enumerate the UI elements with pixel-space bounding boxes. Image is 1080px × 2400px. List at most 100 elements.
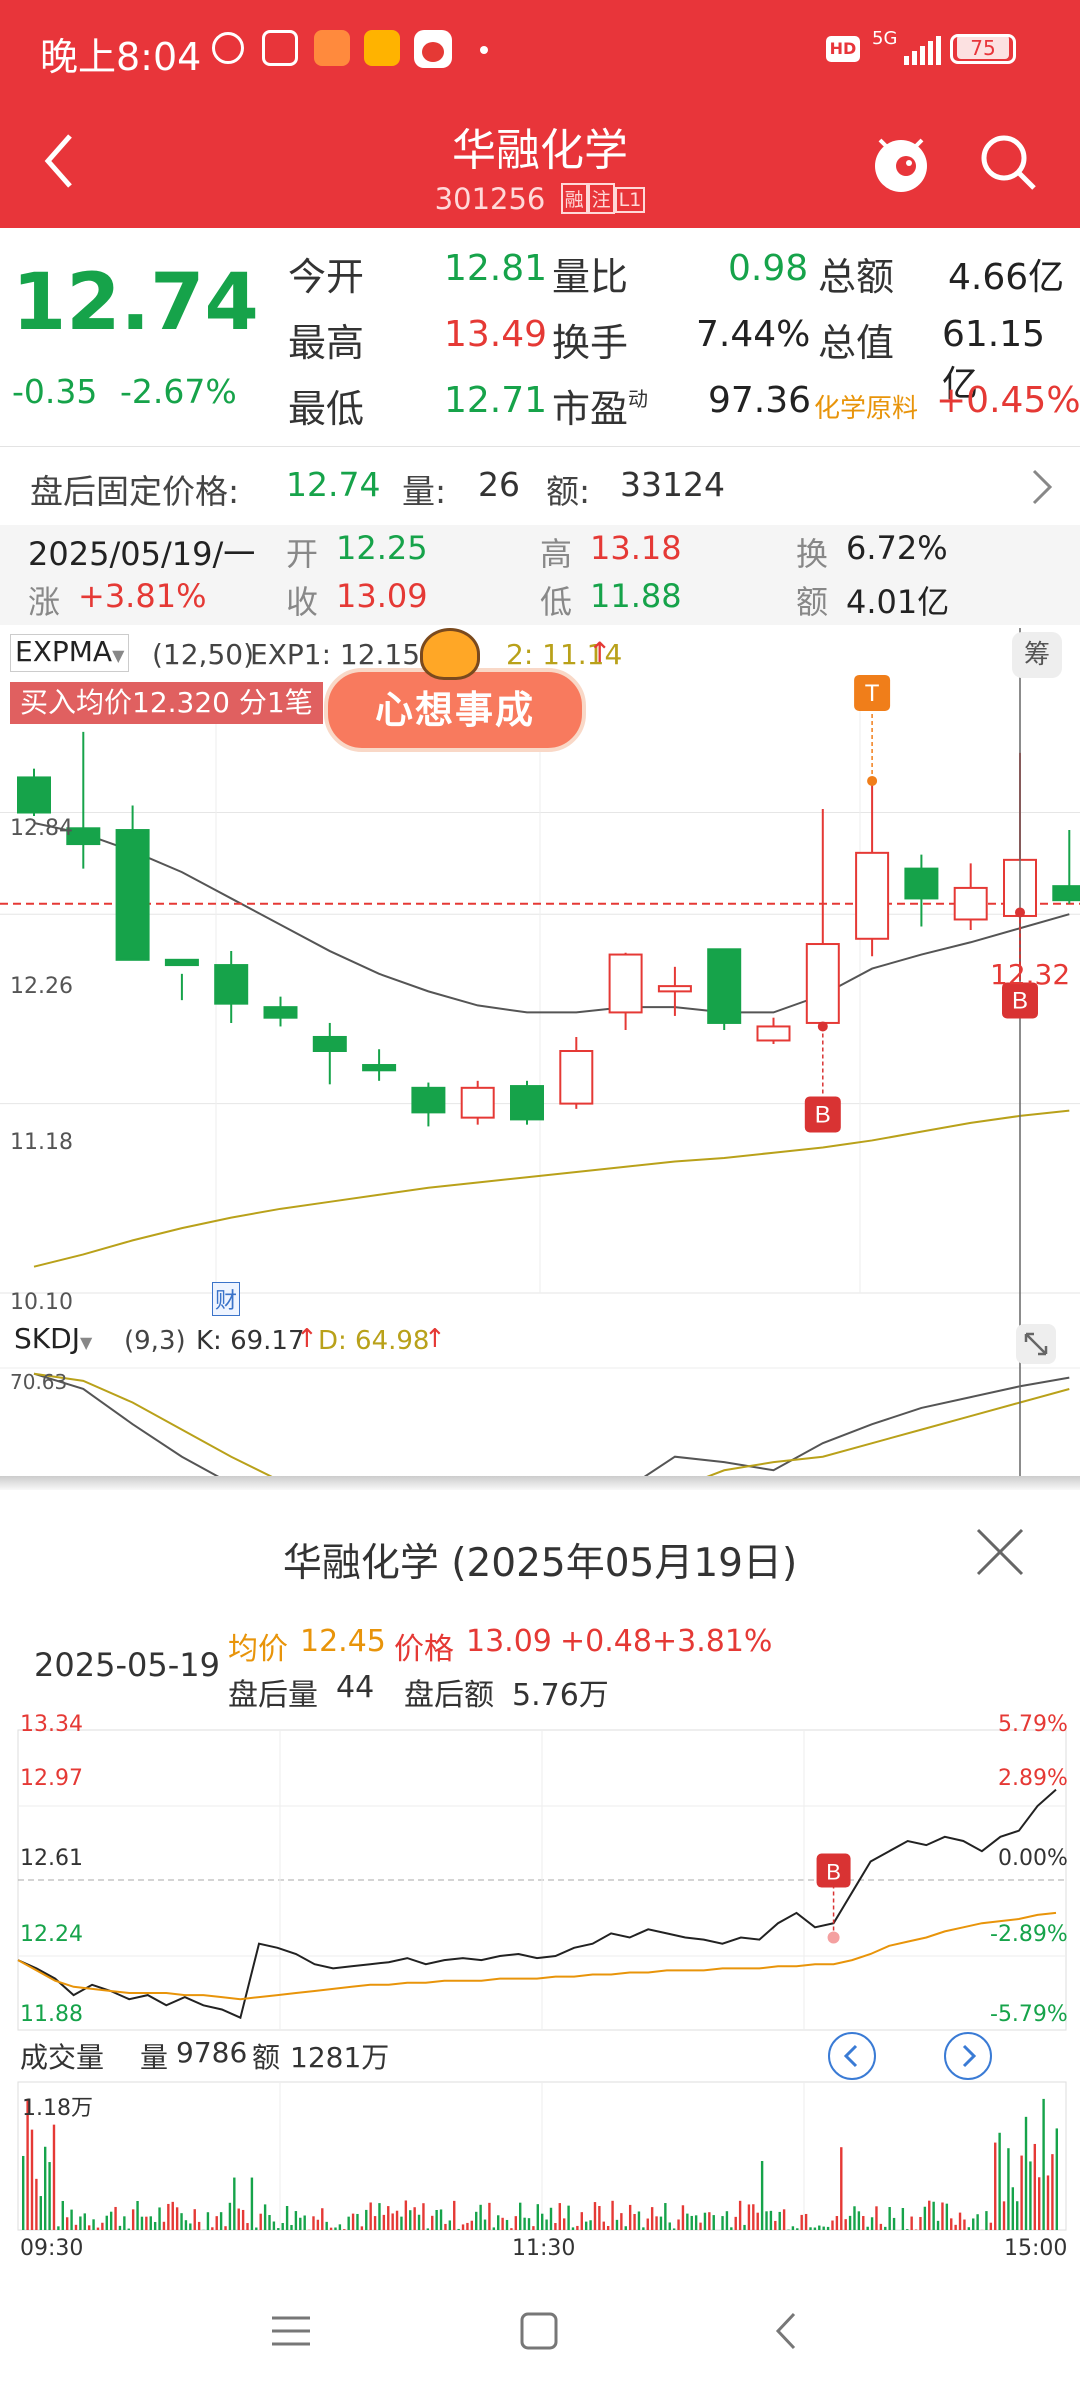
popup-chg: +0.48 (560, 1624, 652, 1659)
volume-bar (712, 2215, 715, 2230)
volume-bar (677, 2219, 680, 2230)
volume-bar (774, 2220, 777, 2230)
volume-bar (1042, 2098, 1045, 2230)
volume-bar (998, 2132, 1001, 2230)
after-hours-row[interactable]: 盘后固定价格: 12.74 量: 26 额: 33124 (0, 447, 1080, 525)
volume-bar (466, 2222, 469, 2230)
y-label-top: 12.84 (10, 816, 73, 841)
buy-marker-dot (817, 1021, 828, 1032)
volume-bar (101, 2222, 104, 2230)
volume-bar (976, 2214, 979, 2230)
volume-bar (972, 2218, 975, 2230)
y-label-mid: 12.26 (10, 974, 73, 999)
volume-bar (870, 2217, 874, 2230)
expand-button[interactable] (1016, 1324, 1056, 1364)
indicator-name: EXPMA (15, 635, 113, 668)
volume-bar (985, 2211, 988, 2230)
volume-label: 量 (140, 2041, 169, 2074)
volume-bar (259, 2213, 262, 2230)
volume-bar (791, 2226, 795, 2230)
skdj-chart[interactable]: SKDJ▼ (9,3) K: 69.17 ↑ D: 64.98 ↑ 70.63 (0, 1318, 1080, 1478)
shopping-app-icon (314, 30, 350, 66)
high-value: 13.49 (444, 314, 548, 355)
volume-bar (901, 2207, 905, 2230)
expma-line-1 (33, 822, 1070, 1014)
skdj-selector[interactable]: SKDJ▼ (10, 1322, 97, 1358)
volume-bar (703, 2212, 707, 2230)
indicator-selector[interactable]: EXPMA▼ (10, 634, 130, 672)
back-triangle-icon (775, 2312, 796, 2350)
skdj-name: SKDJ (14, 1322, 80, 1355)
signal-icon (902, 36, 942, 66)
volume-bar (734, 2216, 737, 2230)
volume-bar (285, 2205, 289, 2230)
volume-bar (672, 2228, 676, 2230)
buy-marker-2-text: B (1012, 987, 1028, 1014)
volume-bar (1016, 2201, 1019, 2230)
volume-bar (158, 2207, 161, 2230)
intraday-chart[interactable]: B (0, 1710, 1080, 2250)
stock-code: 301256 (434, 182, 546, 216)
volume-bar (941, 2202, 944, 2230)
back-nav-button[interactable] (762, 2306, 812, 2356)
candle-body (263, 1006, 298, 1019)
volume-bar (277, 2228, 280, 2230)
mascot-button[interactable] (866, 128, 936, 198)
kline-chart[interactable]: TBB EXPMA▼ (12,50) EXP1: 12.15 2: 11.14 … (0, 628, 1080, 1318)
volume-bar (334, 2227, 337, 2230)
volume-bar (527, 2218, 531, 2230)
chevron-right-icon (962, 2044, 977, 2068)
open-value: 12.81 (444, 248, 548, 289)
low-label: 最低 (288, 387, 365, 431)
day-high: 13.18 (590, 529, 682, 567)
volume-bar (888, 2207, 891, 2230)
volume-bar (483, 2219, 487, 2230)
battery-level: 75 (957, 35, 1009, 60)
volume-bar (1055, 2128, 1059, 2230)
volume-bar (246, 2223, 249, 2230)
volume-bar (523, 2217, 526, 2230)
volume-bar (237, 2208, 240, 2230)
volume-bar (435, 2209, 438, 2230)
price-change: -0.35 (12, 372, 98, 411)
volume-bar (1029, 2161, 1032, 2230)
volume-bar (145, 2216, 148, 2230)
candle-body (608, 953, 643, 1014)
volume-bar (655, 2216, 658, 2230)
volume-bar (448, 2220, 452, 2230)
menu-nav-button[interactable] (266, 2306, 316, 2356)
cost-line-label: 12.32 (990, 958, 1071, 991)
sector-label[interactable]: 化学原料 (814, 388, 918, 425)
volume-bar (1046, 2175, 1050, 2230)
popup-ah-amt-label: 盘后额 (404, 1678, 494, 1713)
chip-distribution-button[interactable]: 筹 (1012, 632, 1062, 678)
x-label-close: 15:00 (1004, 2236, 1068, 2261)
volume-bar (475, 2211, 478, 2230)
home-square-icon (520, 2312, 558, 2350)
volume-bar (351, 2213, 355, 2230)
prev-minute-button[interactable] (828, 2032, 876, 2080)
volume-bar (373, 2216, 377, 2230)
home-nav-button[interactable] (514, 2306, 564, 2356)
candle-body (214, 964, 249, 1005)
search-button[interactable] (976, 130, 1040, 194)
turnover-amount-label: 总额 (818, 255, 895, 299)
close-button[interactable] (968, 1520, 1032, 1584)
volume-bar (853, 2206, 856, 2230)
volume-ratio-value: 0.98 (728, 248, 809, 289)
volume-bar (822, 2226, 825, 2230)
volume-bar (114, 2206, 117, 2230)
volume-bar (668, 2222, 671, 2230)
y-label-low: 11.18 (10, 1130, 73, 1155)
sector-change[interactable]: +0.45% (936, 380, 1080, 421)
volume-bar (760, 2161, 764, 2230)
volume-bar (457, 2228, 460, 2230)
candle-body (805, 943, 840, 1024)
finance-marker-icon[interactable]: 财 (212, 1282, 241, 1316)
volume-bar (87, 2225, 91, 2230)
volume-bar (637, 2211, 641, 2230)
intraday-buy-text: B (826, 1860, 841, 1885)
next-minute-button[interactable] (944, 2032, 992, 2080)
volume-bar (809, 2227, 812, 2230)
high-label: 最高 (288, 321, 365, 365)
